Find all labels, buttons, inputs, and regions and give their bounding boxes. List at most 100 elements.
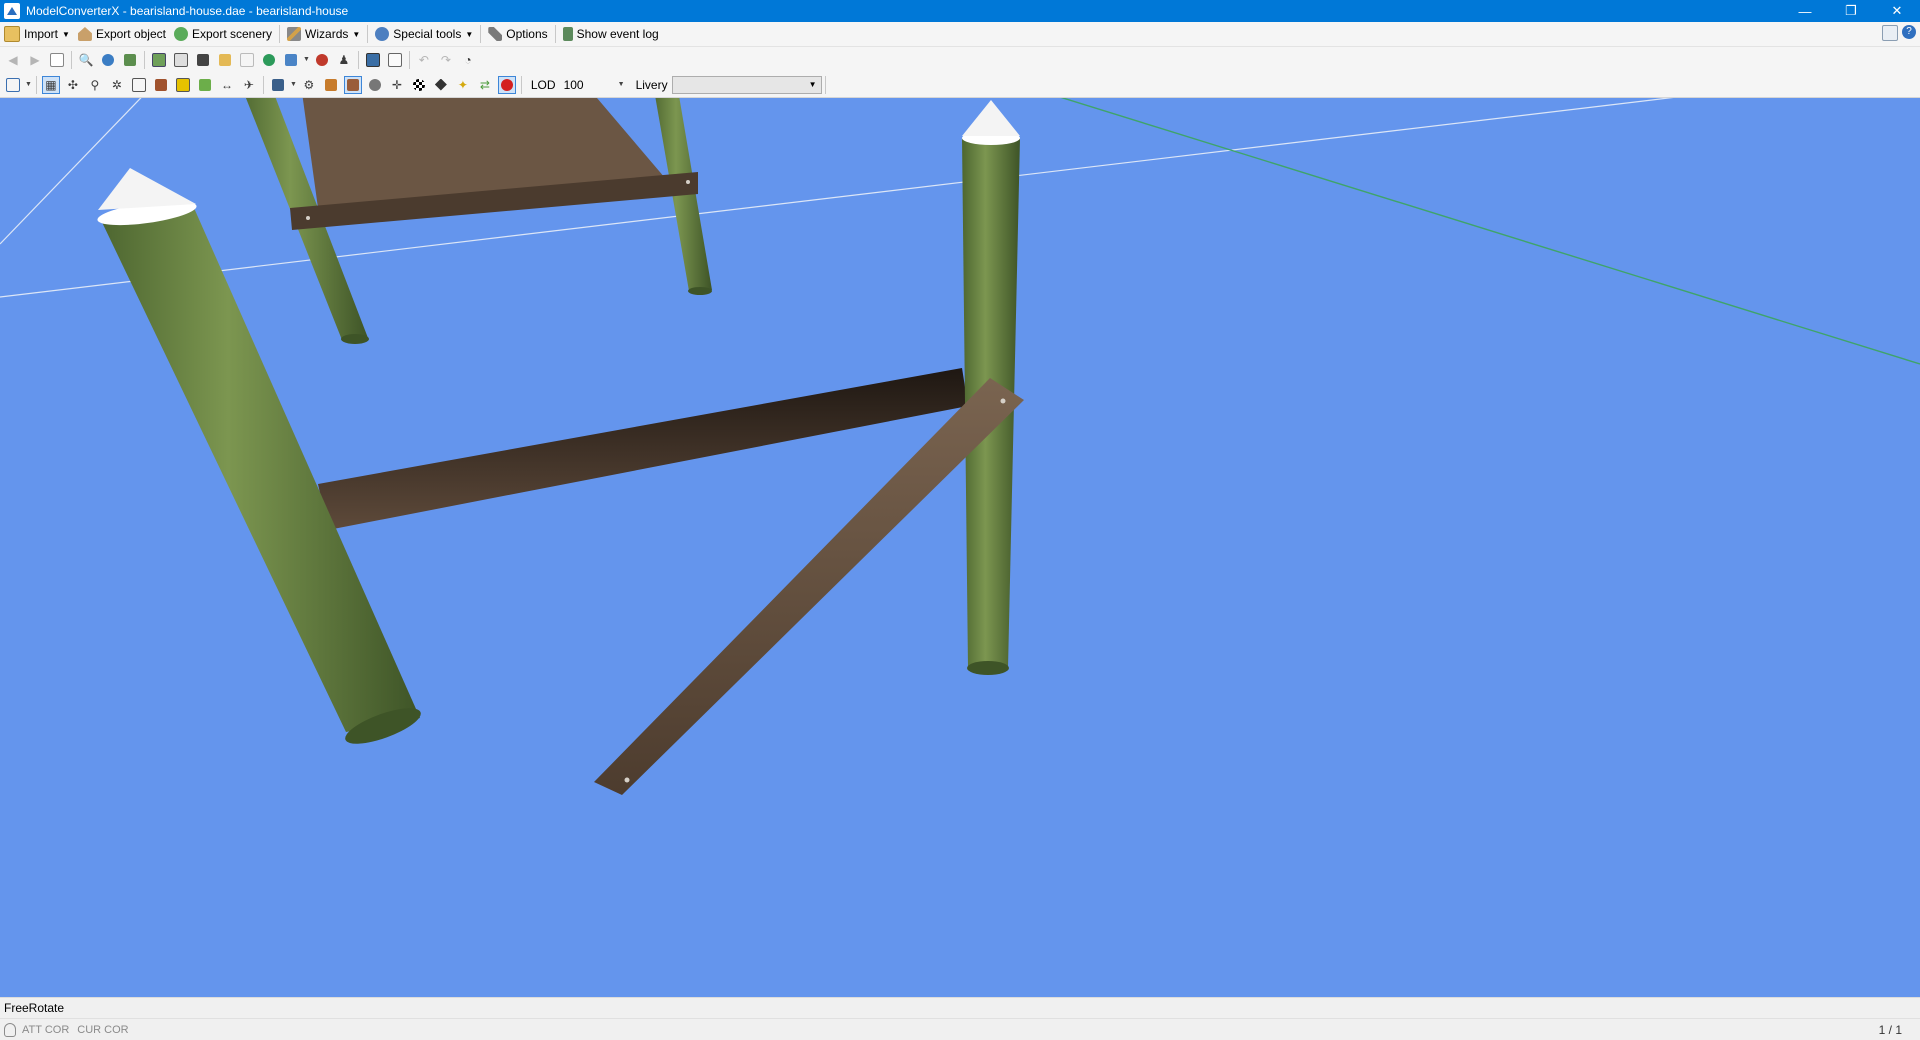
list-icon[interactable] [386,51,404,69]
separator [71,50,72,69]
livery-select[interactable]: ▼ [671,75,822,94]
layout-icon[interactable] [1882,25,1898,41]
chevron-down-icon[interactable]: ▼ [465,30,473,39]
wireframe-icon[interactable] [130,76,148,94]
lod-select[interactable]: 100 ▼ [560,76,630,94]
pole-cap [98,168,196,210]
chevron-down-icon[interactable]: ▼ [290,81,297,88]
folder-icon [4,26,20,42]
wizards-menu[interactable]: Wizards ▼ [283,23,364,45]
export-object-button[interactable]: Export object [74,23,170,45]
nail [1000,398,1006,404]
axis-line [1060,98,1920,365]
nail [306,216,310,220]
textured-icon[interactable] [152,76,170,94]
sparkle-icon[interactable]: ✦ [454,76,472,94]
nail [686,180,690,184]
separator [144,50,145,69]
toolbar-main: ◀ ▶ 🔍 ▼ ♟ ↶ ↷ ◔ [0,47,1920,72]
chevron-down-icon[interactable]: ▼ [62,30,70,39]
scenery-icon[interactable] [282,51,300,69]
cog-icon[interactable]: ⚙ [300,76,318,94]
chevron-down-icon[interactable]: ▼ [25,81,32,88]
globe-icon [173,27,188,41]
3d-viewport[interactable] [0,98,1920,997]
app-icon [4,3,20,19]
lightbulb-icon [4,1022,16,1037]
separator [480,25,482,43]
balloon-icon[interactable] [313,51,331,69]
help-icon[interactable]: ? [1902,25,1916,39]
page-icon[interactable] [48,51,66,69]
aircraft-icon[interactable]: ✈ [240,76,258,94]
wrench-icon [488,27,503,41]
light-icon[interactable] [174,76,192,94]
close-button[interactable]: ✕ [1874,0,1920,22]
material-editor-icon[interactable] [150,51,168,69]
hierarchy-icon[interactable] [121,51,139,69]
page-count: 1 / 1 [1878,1023,1902,1037]
material-icon[interactable] [343,75,362,94]
sphere-icon[interactable] [366,76,384,94]
separator [554,25,556,43]
pin-icon[interactable] [99,51,117,69]
redo-icon[interactable]: ↷ [437,51,455,69]
show-event-log-button[interactable]: Show event log [559,23,663,45]
zoom-icon[interactable]: 🔍 [77,51,95,69]
link-icon[interactable]: ⚲ [86,76,104,94]
bones-icon[interactable]: ✲ [108,76,126,94]
scene-render [0,98,1920,795]
mode-label: FreeRotate [4,1000,65,1015]
shape-icon[interactable] [432,76,450,94]
special-tools-menu[interactable]: Special tools ▼ [371,23,477,45]
separator [520,75,522,94]
log-icon [562,27,573,41]
pointer-icon[interactable]: ✛ [388,76,406,94]
chevron-down-icon: ▼ [808,80,817,89]
clock-icon[interactable]: ◔ [459,51,477,69]
export-object-label: Export object [95,27,166,41]
restore-button[interactable]: ❐ [1828,0,1874,22]
undo-icon[interactable]: ↶ [415,51,433,69]
att-status: ATT COR [22,1023,70,1036]
chevron-down-icon[interactable]: ▼ [303,56,310,63]
special-tools-label: Special tools [393,27,462,41]
axis-icon[interactable]: ✣ [64,76,82,94]
image-icon[interactable] [216,51,234,69]
pole-base [967,661,1009,675]
forward-arrow-icon[interactable]: ▶ [26,51,44,69]
ground-icon[interactable] [196,76,214,94]
wizards-label: Wizards [305,27,349,41]
arrows-icon[interactable]: ↔ [218,76,236,94]
chevron-down-icon[interactable]: ▼ [352,30,360,39]
camera-icon[interactable] [269,76,287,94]
grid-icon[interactable] [238,51,256,69]
texture-icon[interactable] [172,51,190,69]
person-icon[interactable]: ♟ [335,51,353,69]
import-menu[interactable]: Import ▼ [0,23,74,45]
separator [824,75,826,94]
command-bar: Import ▼ Export object Export scenery Wi… [0,22,1920,47]
screen-icon[interactable] [364,51,382,69]
back-arrow-icon[interactable]: ◀ [4,51,22,69]
grid-toggle-icon[interactable]: ▦ [41,75,60,94]
box3d-icon[interactable] [322,76,340,94]
separator [367,25,369,43]
options-button[interactable]: Options [484,23,551,45]
pole-base [341,334,369,344]
livery-label: Livery [635,77,668,92]
import-label: Import [24,27,59,41]
film-icon[interactable] [194,51,212,69]
minimize-button[interactable]: — [1782,0,1828,22]
gear-icon [375,27,390,41]
chevron-down-icon: ▼ [617,81,625,88]
earth-icon[interactable] [260,51,278,69]
fit-view-icon[interactable] [4,76,22,94]
cur-status: CUR COR [77,1023,129,1036]
checker-icon[interactable] [410,76,428,94]
export-scenery-button[interactable]: Export scenery [170,23,276,45]
mode-bar: FreeRotate [0,997,1920,1017]
apple-icon[interactable] [497,75,516,94]
wand-icon [287,27,302,41]
swap-icon[interactable]: ⇄ [476,76,494,94]
